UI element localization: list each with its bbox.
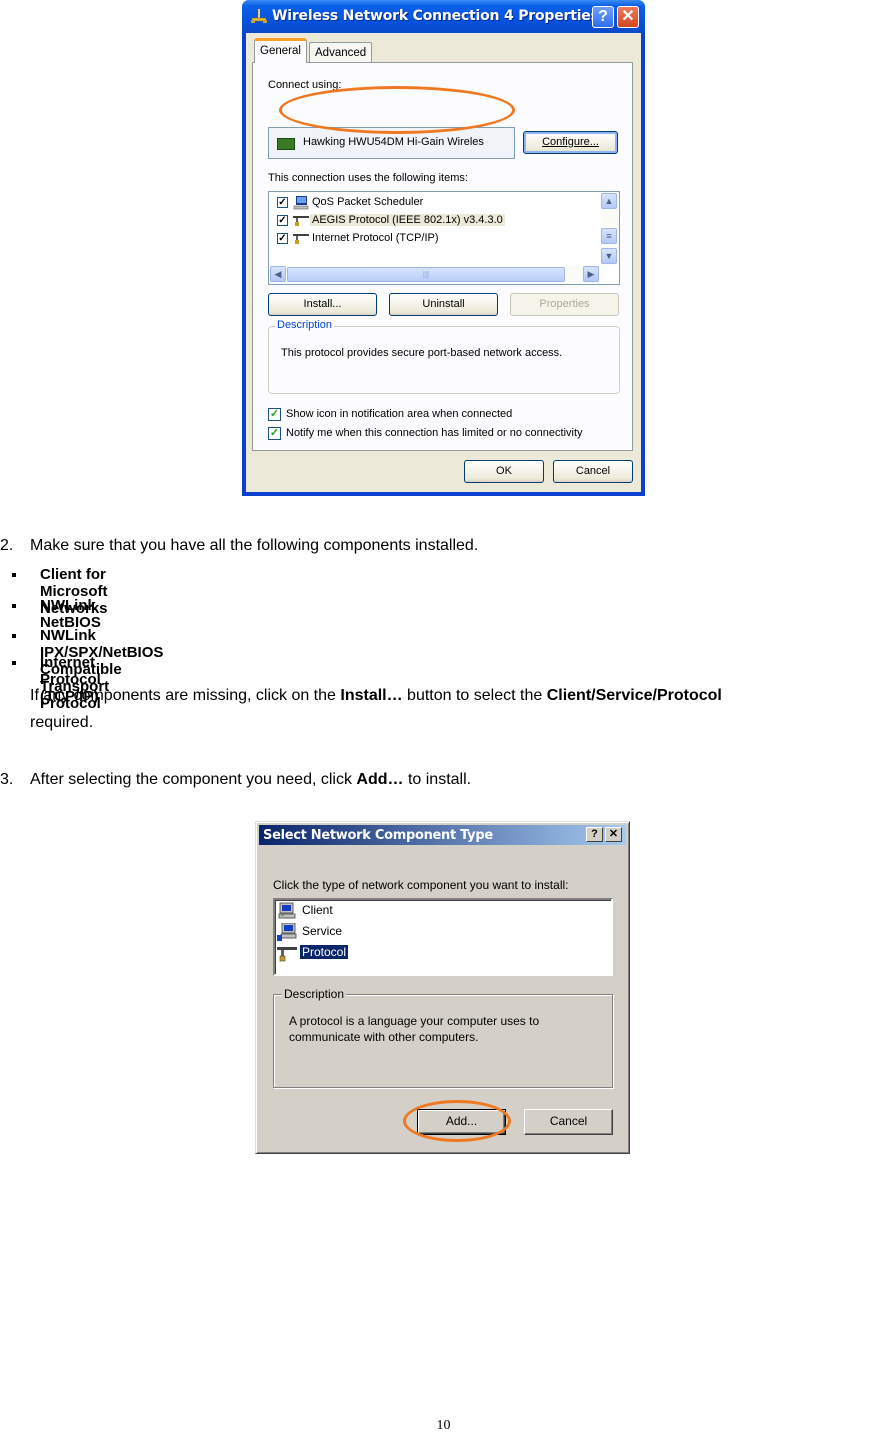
ok-button[interactable]: OK	[464, 460, 544, 483]
bullet-marker	[12, 661, 16, 665]
cancel-button[interactable]: Cancel	[524, 1109, 613, 1135]
cancel-button-label: Cancel	[549, 1114, 588, 1128]
add-button[interactable]: Add...	[417, 1109, 506, 1135]
list-item-label: QoS Packet Scheduler	[312, 196, 424, 208]
checkbox-checked[interactable]: ✓	[277, 197, 288, 208]
select-component-dialog: Select Network Component Type ? ✕ Click …	[255, 821, 630, 1154]
items-label: This connection uses the following items…	[268, 172, 468, 184]
general-tab-panel: Connect using: Hawking HWU54DM Hi-Gain W…	[252, 62, 633, 451]
step-text: After selecting the component you need, …	[30, 771, 471, 789]
client-icon	[278, 902, 296, 919]
description-groupbox: Description A protocol is a language you…	[273, 987, 613, 1088]
show-icon-label: Show icon in notification area when conn…	[286, 408, 513, 420]
install-button-label: Install...	[303, 298, 342, 310]
step-number: 2.	[0, 537, 14, 554]
description-line: communicate with other computers.	[289, 1030, 479, 1044]
protocol-icon	[293, 234, 309, 244]
component-prompt: Click the type of network component you …	[273, 878, 568, 892]
note-text: button to select the	[402, 687, 547, 704]
checkbox-checked[interactable]: ✓	[277, 215, 288, 226]
list-item-label: Client	[302, 903, 333, 917]
tab-general[interactable]: General	[254, 38, 307, 63]
step-text-part: After selecting the component you need, …	[30, 771, 357, 788]
computer-icon	[293, 196, 309, 210]
bullet-marker	[12, 604, 16, 608]
tab-advanced[interactable]: Advanced	[309, 42, 373, 63]
install-note-line2: required.	[30, 714, 94, 731]
configure-button[interactable]: Configure...	[523, 131, 618, 154]
connect-using-label: Connect using:	[268, 79, 342, 91]
components-list[interactable]: ✓ QoS Packet Scheduler ✓ AEGIS Protocol …	[268, 191, 620, 285]
network-adapter-icon	[277, 138, 295, 150]
cancel-button[interactable]: Cancel	[553, 460, 633, 483]
checkbox-checked[interactable]: ✓	[268, 427, 281, 440]
dialog-title: Wireless Network Connection 4 Properties	[272, 8, 599, 24]
configure-button-label: Configure...	[542, 136, 599, 148]
checkbox-checked[interactable]: ✓	[268, 408, 281, 421]
bullet-marker	[12, 634, 16, 638]
uninstall-button-label: Uninstall	[422, 298, 465, 310]
uninstall-button[interactable]: Uninstall	[389, 293, 498, 316]
properties-button-label: Properties	[539, 298, 590, 310]
description-text: This protocol provides secure port-based…	[281, 347, 563, 359]
step-text-part: to install.	[403, 771, 472, 788]
list-item-label: Protocol	[298, 944, 350, 960]
scroll-up-button[interactable]: ▲	[601, 193, 617, 209]
service-icon	[277, 923, 297, 941]
bullet-marker	[12, 573, 16, 577]
description-line: A protocol is a language your computer u…	[289, 1014, 540, 1028]
scroll-left-button[interactable]: ◀	[270, 266, 286, 282]
install-button[interactable]: Install...	[268, 293, 377, 316]
list-item-label: Service	[302, 924, 343, 938]
dialog-title: Select Network Component Type	[263, 828, 493, 843]
vertical-scrollbar[interactable]: ▲ ≡ ▼	[601, 193, 618, 265]
install-emphasis: Install…	[340, 687, 403, 704]
notify-label: Notify me when this connection has limit…	[286, 427, 583, 439]
scroll-right-button[interactable]: ▶	[583, 266, 599, 282]
description-legend: Description	[282, 987, 347, 1001]
step-number: 3.	[0, 771, 14, 788]
wireless-properties-dialog: Wireless Network Connection 4 Properties…	[242, 0, 645, 496]
horizontal-scrollbar[interactable]: ◀ ||| ▶	[270, 266, 601, 283]
help-button[interactable]: ?	[592, 6, 614, 28]
help-button[interactable]: ?	[586, 827, 603, 842]
component-emphasis: Client/Service/Protocol	[546, 687, 722, 704]
dialog-titlebar: Select Network Component Type ? ✕	[259, 825, 626, 845]
checkbox-checked[interactable]: ✓	[277, 233, 288, 244]
close-button[interactable]: ✕	[605, 827, 622, 842]
scroll-down-button[interactable]: ▼	[601, 248, 617, 264]
description-text: A protocol is a language your computer u…	[289, 1013, 539, 1045]
adapter-field: Hawking HWU54DM Hi-Gain Wireles	[268, 127, 515, 159]
description-legend: Description	[275, 319, 335, 331]
page-number: 10	[436, 1418, 451, 1433]
component-type-list[interactable]: Client Service Protocol	[273, 898, 613, 976]
properties-button[interactable]: Properties	[510, 293, 619, 316]
add-emphasis: Add…	[356, 771, 404, 788]
network-connection-icon	[251, 9, 267, 23]
protocol-icon	[293, 216, 309, 226]
scroll-thumb[interactable]: ≡	[601, 228, 617, 244]
adapter-name: Hawking HWU54DM Hi-Gain Wireles	[303, 136, 484, 148]
scroll-thumb[interactable]: |||	[287, 267, 565, 282]
component-prompt-text: Click the type of network component you …	[273, 878, 569, 892]
bullet-text: NWLink NetBIOS	[40, 597, 101, 631]
close-button[interactable]: ✕	[617, 6, 639, 28]
list-item-label: Internet Protocol (TCP/IP)	[312, 232, 439, 244]
step-text: Make sure that you have all the followin…	[30, 537, 479, 554]
ok-button-label: OK	[496, 465, 512, 477]
add-button-label: Add...	[445, 1114, 478, 1128]
install-note: If any components are missing, click on …	[30, 687, 722, 705]
protocol-icon	[277, 947, 297, 962]
list-item-label: AEGIS Protocol (IEEE 802.1x) v3.4.3.0	[310, 214, 505, 226]
description-groupbox: Description This protocol provides secur…	[268, 319, 620, 394]
cancel-button-label: Cancel	[575, 465, 611, 477]
dialog-body: General Advanced Connect using: Hawking …	[246, 33, 641, 492]
note-text: If any components are missing, click on …	[30, 687, 341, 704]
dialog-titlebar: Wireless Network Connection 4 Properties…	[242, 0, 645, 33]
